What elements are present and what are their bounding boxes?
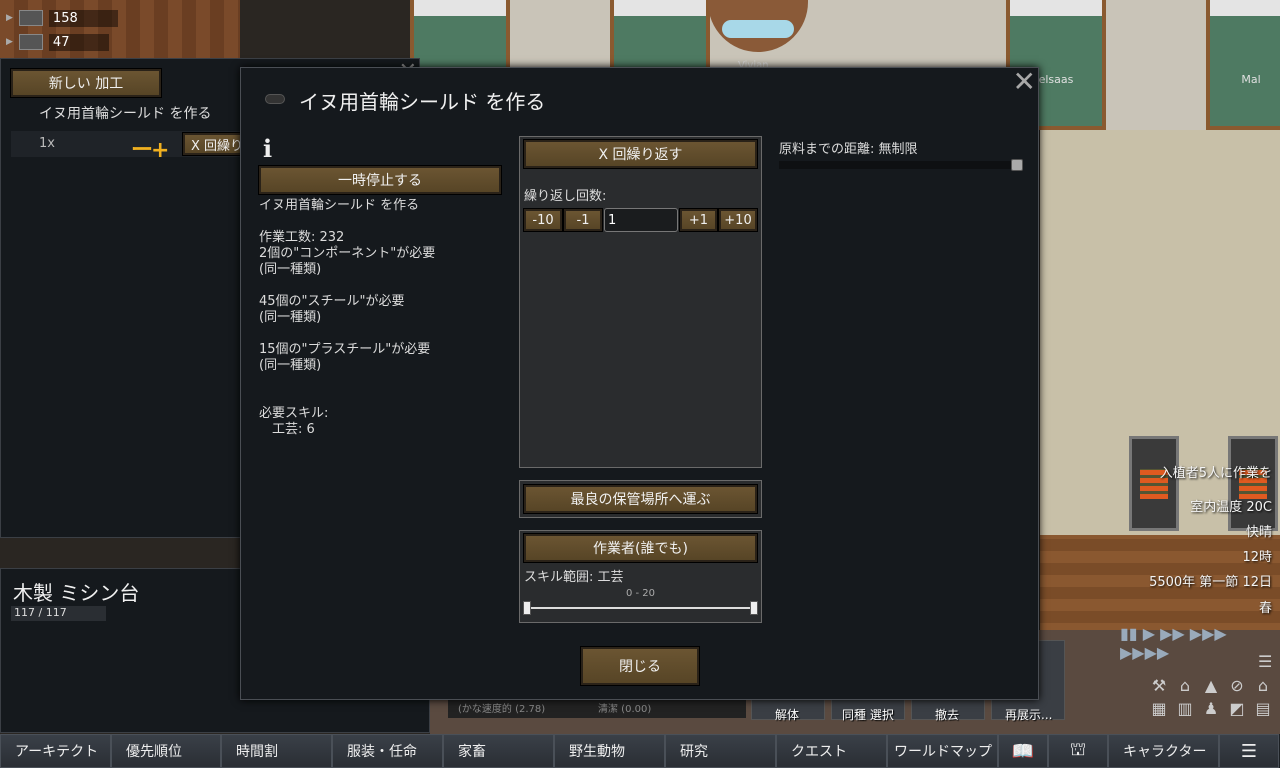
info-icon[interactable]: i [263, 134, 272, 163]
collar-icon [265, 94, 285, 104]
main-tab-bar: アーキテクト 優先順位 時間割 服装・任命 家畜 野生動物 研究 クエスト ワー… [0, 734, 1280, 768]
close-button[interactable]: 閉じる [580, 646, 700, 686]
factions-icon[interactable]: ⛫ [1048, 734, 1108, 768]
ingredient-distance-slider[interactable] [779, 161, 1023, 169]
range-max-handle[interactable] [750, 601, 758, 615]
pause-button[interactable]: 一時停止する [258, 165, 502, 195]
resource-steel[interactable]: ▶ 47 [6, 32, 110, 52]
alert-text[interactable]: 入植者5人に作業を [1160, 462, 1272, 481]
tab-wildlife[interactable]: 野生動物 [554, 734, 665, 768]
bill-config-dialog: イヌ用首輪シールド を作る ✕ i 一時停止する イヌ用首輪シールド を作る 作… [240, 67, 1039, 700]
weather-text: 快晴 [1245, 525, 1272, 540]
ingredient-distance-label: 原料までの距離: 無制限 [779, 142, 918, 157]
hp-bar: 117 / 117 [11, 606, 106, 621]
skill-range-value: 0 - 20 [625, 588, 656, 599]
new-bill-button[interactable]: 新しい 加工 [10, 68, 162, 98]
store-mode-button[interactable]: 最良の保管場所へ運ぶ [523, 484, 758, 514]
tab-research[interactable]: 研究 [665, 734, 776, 768]
worker-panel: 作業者(誰でも) スキル範囲: 工芸 0 - 20 [519, 530, 762, 623]
repeat-panel: X 回繰り返す 繰り返し回数: -10 -1 +1 +10 [519, 136, 762, 468]
plus-1-button[interactable]: +1 [679, 208, 718, 232]
silver-icon [18, 10, 43, 26]
chart-icon[interactable]: ▥ [1172, 699, 1198, 718]
building-name: 木製 ミシン台 [13, 581, 140, 605]
speed-controls[interactable]: ▮▮ ▶ ▶▶ ▶▶▶ ▶▶▶▶ [1120, 624, 1280, 662]
close-icon[interactable]: ✕ [1013, 68, 1036, 96]
minus-plus-icon[interactable]: ー+ [131, 132, 169, 164]
bed[interactable]: Mal [1206, 0, 1280, 130]
sheet-icon[interactable]: ▤ [1250, 699, 1276, 718]
temperature-text: 室内温度 20C [1190, 500, 1272, 515]
range-min-handle[interactable] [523, 601, 531, 615]
repeat-mode-button[interactable]: X 回繰り返す [523, 139, 758, 169]
skill-range-slider[interactable] [528, 607, 753, 609]
bill-description: イヌ用首輪シールド を作る 作業工数: 232 2個の"コンポーネント"が必要 … [259, 198, 436, 437]
menu-icon[interactable]: ☰ [1219, 734, 1279, 768]
repeat-count-input[interactable] [604, 208, 678, 232]
tab-animals[interactable]: 家畜 [443, 734, 554, 768]
time-text: 12時 [1242, 550, 1272, 565]
worker-button[interactable]: 作業者(誰でも) [523, 533, 758, 563]
uninstall-button[interactable]: 撤去 [935, 706, 959, 723]
home-icon[interactable]: ⌂ [1172, 676, 1198, 695]
skill-range-label: スキル範囲: 工芸 [524, 570, 624, 585]
minus-10-button[interactable]: -10 [523, 208, 563, 232]
tab-assign[interactable]: 服装・任命 [332, 734, 443, 768]
deconstruct-button[interactable]: 解体 [775, 706, 799, 723]
resource-silver[interactable]: ▶ 158 [6, 8, 118, 28]
zone-icon[interactable]: ◩ [1224, 699, 1250, 718]
bed-owner-label: Mal [1241, 73, 1261, 86]
tab-quests[interactable]: クエスト [776, 734, 887, 768]
roof-icon[interactable]: ⌂ [1250, 676, 1276, 695]
season-text: 春 [1258, 601, 1272, 616]
heater[interactable] [1228, 436, 1278, 531]
mountain-icon[interactable]: ▲ [1198, 676, 1224, 695]
hammer-icon[interactable]: ⚒ [1146, 676, 1172, 695]
bill-count: 1x [39, 136, 55, 151]
tab-world-map[interactable]: ワールドマップ [887, 734, 998, 768]
tab-characters[interactable]: キャラクター [1108, 734, 1219, 768]
tab-schedule[interactable]: 時間割 [221, 734, 332, 768]
book-icon[interactable]: 📖 [998, 734, 1048, 768]
date-text: 5500年 第一節 12日 [1149, 575, 1272, 590]
bill-name[interactable]: イヌ用首輪シールド を作る [39, 103, 211, 123]
heater[interactable] [1129, 436, 1179, 531]
steel-icon [18, 34, 43, 50]
grid-icon[interactable]: ▦ [1146, 699, 1172, 718]
tab-architect[interactable]: アーキテクト [0, 734, 111, 768]
reinstall-button[interactable]: 再展示... [1005, 706, 1052, 723]
select-similar-button[interactable]: 同種 選択 [842, 706, 894, 723]
list-icon[interactable]: ☰ [1258, 652, 1272, 671]
plus-10-button[interactable]: +10 [718, 208, 758, 232]
tab-work[interactable]: 優先順位 [111, 734, 221, 768]
dialog-title: イヌ用首輪シールド を作る [299, 90, 546, 114]
no-entry-icon[interactable]: ⊘ [1224, 676, 1250, 695]
minus-1-button[interactable]: -1 [563, 208, 603, 232]
repeat-count-label: 繰り返し回数: [524, 189, 607, 204]
distance-slider-handle[interactable] [1011, 159, 1023, 171]
person-icon[interactable]: ♟ [1198, 699, 1224, 718]
stat-row: (かな速度的 (2.78) 清潔 (0.00) [448, 700, 746, 718]
toggle-icon-grid: ⚒ ⌂ ▲ ⊘ ⌂ ▦ ▥ ♟ ◩ ▤ [1146, 676, 1276, 718]
store-panel: 最良の保管場所へ運ぶ [519, 480, 762, 518]
